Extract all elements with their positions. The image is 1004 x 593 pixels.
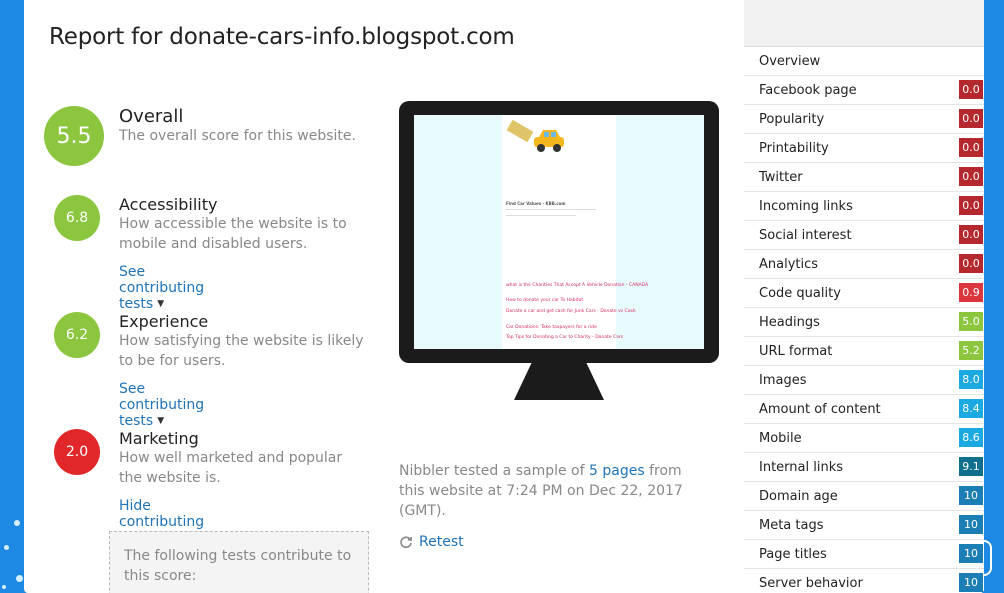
contributing-tests-box: The following tests contribute to this s… — [109, 531, 369, 593]
sidebar-item-social-interest[interactable]: Social interest 0.0 — [744, 221, 984, 250]
sidebar-item-label: Meta tags — [759, 518, 824, 533]
scroll-handle[interactable] — [984, 540, 992, 576]
score-badge: 9.1 — [959, 457, 983, 476]
score-badge: 0.0 — [959, 80, 983, 99]
sidebar-item-server-behavior[interactable]: Server behavior 10 — [744, 569, 984, 593]
tested-prefix: Nibbler tested a sample of — [399, 463, 590, 479]
sidebar-header — [744, 0, 984, 47]
preview-link: Donate a car and get cash for Junk Cars … — [506, 309, 636, 314]
preview-link: How to donate your car To Habitat — [506, 298, 584, 303]
sidebar-item-label: Overview — [759, 54, 821, 69]
sidebar-item-printability[interactable]: Printability 0.0 — [744, 134, 984, 163]
sidebar-item-label: URL format — [759, 344, 833, 359]
accessibility-desc: How accessible the website is to mobile … — [119, 216, 347, 252]
sidebar-item-label: Social interest — [759, 228, 852, 243]
marketing-title: Marketing — [119, 429, 199, 448]
sidebar-item-page-titles[interactable]: Page titles 10 — [744, 540, 984, 569]
retest-button[interactable]: Retest — [399, 534, 464, 550]
sidebar-item-facebook-page[interactable]: Facebook page 0.0 — [744, 76, 984, 105]
sidebar-item-label: Incoming links — [759, 199, 853, 214]
sidebar-item-label: Twitter — [759, 170, 803, 185]
score-badge: 0.0 — [959, 225, 983, 244]
caret-down-icon: ▼ — [157, 299, 165, 309]
sidebar-item-label: Popularity — [759, 112, 825, 127]
score-badge: 8.4 — [959, 399, 983, 418]
accessibility-see-tests-link[interactable]: See contributing tests ▼ — [119, 264, 204, 312]
page-title: Report for donate-cars-info.blogspot.com — [49, 24, 515, 50]
sidebar-item-incoming-links[interactable]: Incoming links 0.0 — [744, 192, 984, 221]
score-badge: 8.6 — [959, 428, 983, 447]
sidebar-item-label: Server behavior — [759, 576, 863, 591]
retest-label: Retest — [419, 534, 464, 550]
car-icon — [534, 130, 564, 152]
accessibility-title: Accessibility — [119, 195, 218, 214]
caret-down-icon: ▼ — [157, 416, 165, 426]
sidebar: Overview Facebook page 0.0 Popularity 0.0 Pri… — [744, 0, 984, 593]
sidebar-item-domain-age[interactable]: Domain age 10 — [744, 482, 984, 511]
site-preview: Find Car Values - KBB.com what is the Ch… — [502, 115, 648, 349]
experience-desc: How satisfying the website is likely to … — [119, 333, 364, 369]
sidebar-item-analytics[interactable]: Analytics 0.0 — [744, 250, 984, 279]
sidebar-item-label: Printability — [759, 141, 829, 156]
sidebar-item-code-quality[interactable]: Code quality 0.9 — [744, 279, 984, 308]
preview-heading: Find Car Values - KBB.com — [506, 201, 566, 206]
experience-see-tests-link[interactable]: See contributing tests ▼ — [119, 381, 204, 429]
background-dots — [0, 0, 24, 593]
experience-title: Experience — [119, 312, 209, 331]
sidebar-item-mobile[interactable]: Mobile 8.6 — [744, 424, 984, 453]
sidebar-item-internal-links[interactable]: Internal links 9.1 — [744, 453, 984, 482]
score-badge: 10 — [959, 573, 983, 592]
preview-link: Car Donations: Take taxpayers for a ride — [506, 325, 597, 330]
score-badge: 0.0 — [959, 138, 983, 157]
sidebar-item-url-format[interactable]: URL format 5.2 — [744, 337, 984, 366]
marketing-desc: How well marketed and popular the websit… — [119, 450, 343, 486]
score-badge: 5.2 — [959, 341, 983, 360]
preview-link: Top Tips for Donating a Car to Charity -… — [506, 335, 624, 340]
score-badge: 10 — [959, 486, 983, 505]
sidebar-item-label: Analytics — [759, 257, 819, 272]
refresh-icon — [400, 536, 413, 549]
sidebar-item-label: Code quality — [759, 286, 841, 301]
sidebar-item-label: Domain age — [759, 489, 838, 504]
sidebar-item-label: Facebook page — [759, 83, 857, 98]
monitor-stand — [514, 362, 604, 400]
score-badge: 8.0 — [959, 370, 983, 389]
sidebar-item-amount-of-content[interactable]: Amount of content 8.4 — [744, 395, 984, 424]
score-badge: 5.0 — [959, 312, 983, 331]
preview-line — [506, 209, 596, 210]
website-screenshot: Find Car Values - KBB.com what is the Ch… — [414, 115, 704, 349]
overall-title: Overall — [119, 106, 184, 127]
sidebar-item-twitter[interactable]: Twitter 0.0 — [744, 163, 984, 192]
accessibility-score-badge: 6.8 — [54, 195, 100, 241]
preview-link: what is the Charities That Accept A Vehi… — [506, 283, 649, 288]
sidebar-item-headings[interactable]: Headings 5.0 — [744, 308, 984, 337]
sidebar-item-images[interactable]: Images 8.0 — [744, 366, 984, 395]
report-card: Report for donate-cars-info.blogspot.com… — [24, 0, 984, 593]
sidebar-item-label: Mobile — [759, 431, 802, 446]
score-badge: 10 — [959, 544, 983, 563]
pages-link[interactable]: 5 pages — [589, 463, 645, 479]
sidebar-item-meta-tags[interactable]: Meta tags 10 — [744, 511, 984, 540]
score-badge: 0.0 — [959, 109, 983, 128]
score-badge: 0.0 — [959, 196, 983, 215]
preview-line — [506, 215, 576, 216]
score-badge: 0.9 — [959, 283, 983, 302]
overall-desc: The overall score for this website. — [119, 128, 356, 144]
score-badge: 0.0 — [959, 254, 983, 273]
sidebar-item-label: Headings — [759, 315, 820, 330]
experience-score-badge: 6.2 — [54, 312, 100, 358]
sidebar-item-label: Internal links — [759, 460, 843, 475]
monitor-frame: Find Car Values - KBB.com what is the Ch… — [399, 101, 719, 363]
marketing-score-badge: 2.0 — [54, 429, 100, 475]
sidebar-item-popularity[interactable]: Popularity 0.0 — [744, 105, 984, 134]
tested-summary: Nibbler tested a sample of 5 pages from … — [399, 461, 699, 521]
score-badge: 10 — [959, 515, 983, 534]
sidebar-item-overview[interactable]: Overview — [744, 47, 984, 76]
overall-score-badge: 5.5 — [44, 106, 104, 166]
sidebar-item-label: Page titles — [759, 547, 827, 562]
score-badge: 0.0 — [959, 167, 983, 186]
sidebar-item-label: Images — [759, 373, 807, 388]
sidebar-item-label: Amount of content — [759, 402, 881, 417]
